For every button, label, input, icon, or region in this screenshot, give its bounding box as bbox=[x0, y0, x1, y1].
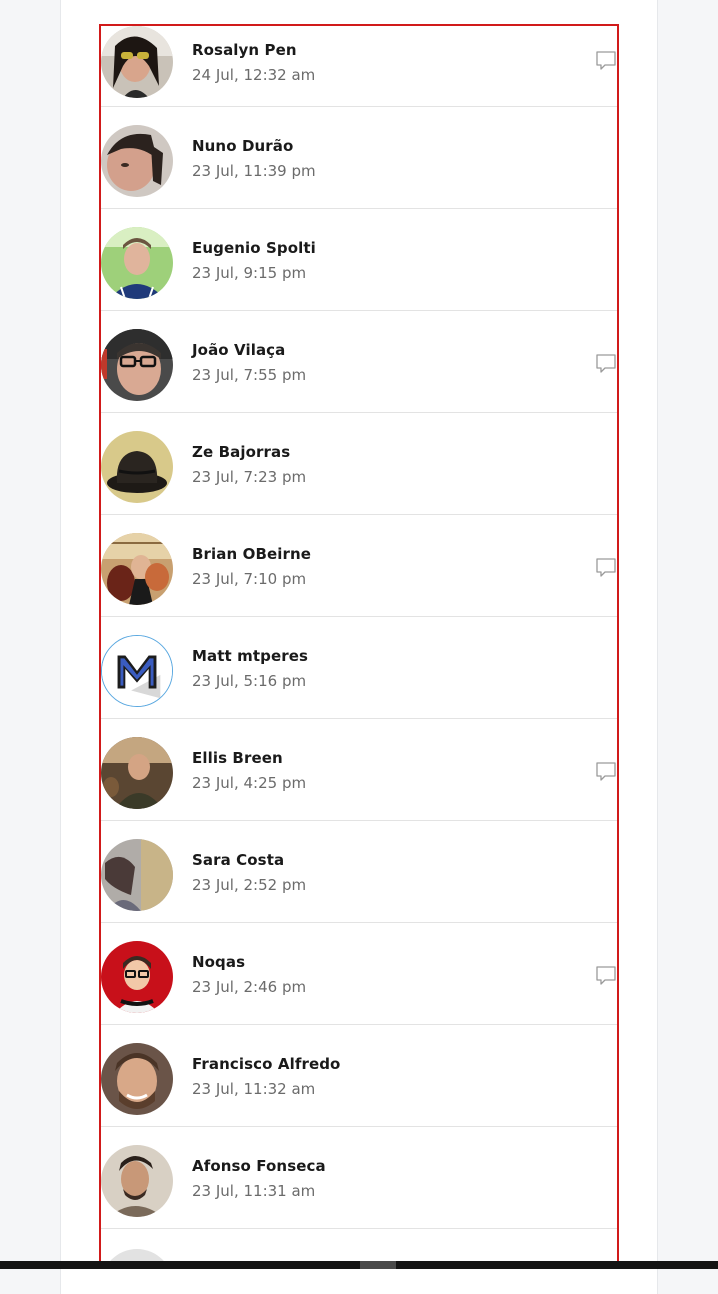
response-time[interactable]: 23 Jul, 7:23 pm bbox=[192, 468, 306, 486]
comment-icon[interactable] bbox=[595, 353, 617, 375]
list-item[interactable]: Afonso Fonseca 23 Jul, 11:31 am bbox=[101, 1127, 617, 1229]
responder-name[interactable]: Eugenio Spolti bbox=[192, 239, 316, 257]
comment-icon[interactable] bbox=[595, 557, 617, 579]
list-item[interactable]: Sara Costa 23 Jul, 2:52 pm bbox=[101, 821, 617, 923]
response-time[interactable]: 23 Jul, 11:39 pm bbox=[192, 162, 316, 180]
responder-name[interactable]: Francisco Alfredo bbox=[192, 1055, 340, 1073]
avatar[interactable] bbox=[101, 941, 173, 1013]
list-item[interactable]: Eugenio Spolti 23 Jul, 9:15 pm bbox=[101, 209, 617, 311]
response-time[interactable]: 23 Jul, 11:32 am bbox=[192, 1080, 315, 1098]
responder-name[interactable]: Sara Costa bbox=[192, 851, 284, 869]
responder-name[interactable]: Afonso Fonseca bbox=[192, 1157, 326, 1175]
response-time[interactable]: 24 Jul, 12:32 am bbox=[192, 66, 315, 84]
avatar[interactable] bbox=[101, 1043, 173, 1115]
avatar[interactable] bbox=[101, 431, 173, 503]
response-time[interactable]: 23 Jul, 4:25 pm bbox=[192, 774, 306, 792]
avatar[interactable] bbox=[101, 839, 173, 911]
comment-icon[interactable] bbox=[595, 50, 617, 72]
responder-name[interactable]: Nuno Durão bbox=[192, 137, 293, 155]
responder-name[interactable]: Matt mtperes bbox=[192, 647, 308, 665]
avatar[interactable] bbox=[101, 533, 173, 605]
responders-list: Rosalyn Pen 24 Jul, 12:32 am Nuno Durão … bbox=[99, 24, 619, 1268]
responder-name[interactable]: Ellis Breen bbox=[192, 749, 283, 767]
responder-name[interactable]: Rosalyn Pen bbox=[192, 41, 297, 59]
list-item[interactable]: Francisco Alfredo 23 Jul, 11:32 am bbox=[101, 1025, 617, 1127]
list-item[interactable]: Ellis Breen 23 Jul, 4:25 pm bbox=[101, 719, 617, 821]
response-time[interactable]: 23 Jul, 11:31 am bbox=[192, 1182, 315, 1200]
avatar[interactable] bbox=[101, 227, 173, 299]
avatar[interactable] bbox=[101, 125, 173, 197]
avatar[interactable] bbox=[101, 635, 173, 707]
response-time[interactable]: 23 Jul, 9:15 pm bbox=[192, 264, 306, 282]
list-item[interactable]: Noqas 23 Jul, 2:46 pm bbox=[101, 923, 617, 1025]
list-item[interactable]: Rosalyn Pen 24 Jul, 12:32 am bbox=[101, 26, 617, 107]
list-item[interactable]: Ze Bajorras 23 Jul, 7:23 pm bbox=[101, 413, 617, 515]
avatar[interactable] bbox=[101, 737, 173, 809]
list-item[interactable]: Brian OBeirne 23 Jul, 7:10 pm bbox=[101, 515, 617, 617]
list-item[interactable]: Nuno Durão 23 Jul, 11:39 pm bbox=[101, 107, 617, 209]
avatar[interactable] bbox=[101, 1145, 173, 1217]
comment-icon[interactable] bbox=[595, 761, 617, 783]
scrollbar-handle[interactable] bbox=[360, 1261, 396, 1269]
list-item[interactable]: João Vilaça 23 Jul, 7:55 pm bbox=[101, 311, 617, 413]
responder-name[interactable]: Noqas bbox=[192, 953, 245, 971]
response-time[interactable]: 23 Jul, 2:46 pm bbox=[192, 978, 306, 996]
responder-name[interactable]: João Vilaça bbox=[192, 341, 285, 359]
response-time[interactable]: 23 Jul, 7:10 pm bbox=[192, 570, 306, 588]
avatar[interactable] bbox=[101, 26, 173, 98]
response-time[interactable]: 23 Jul, 2:52 pm bbox=[192, 876, 306, 894]
avatar[interactable] bbox=[101, 329, 173, 401]
responder-name[interactable]: Ze Bajorras bbox=[192, 443, 290, 461]
responder-name[interactable]: Brian OBeirne bbox=[192, 545, 311, 563]
list-item[interactable]: Matt mtperes 23 Jul, 5:16 pm bbox=[101, 617, 617, 719]
response-time[interactable]: 23 Jul, 5:16 pm bbox=[192, 672, 306, 690]
response-time[interactable]: 23 Jul, 7:55 pm bbox=[192, 366, 306, 384]
bottom-scrollbar[interactable] bbox=[0, 1261, 718, 1269]
comment-icon[interactable] bbox=[595, 965, 617, 987]
